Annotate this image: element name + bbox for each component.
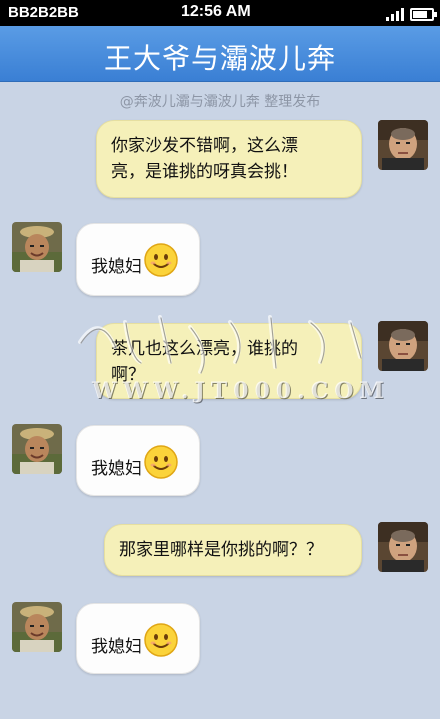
status-icons	[386, 5, 437, 21]
avatar-left[interactable]	[12, 222, 62, 272]
clock: 12:56 AM	[181, 3, 251, 20]
signal-icon	[386, 6, 404, 21]
chat-title: 王大爷与灞波儿奔	[103, 42, 336, 75]
credit-text: @奔波儿灞与灞波儿奔 整理发布	[119, 94, 321, 110]
smiling-face-icon	[144, 445, 178, 479]
avatar-right[interactable]	[378, 321, 428, 371]
message-text: 我媳妇	[91, 637, 142, 657]
message-bubble-right[interactable]: 那家里哪样是你挑的啊？？	[104, 524, 362, 576]
avatar-right[interactable]	[378, 522, 428, 572]
message-text: 那家里哪样是你挑的啊？？	[119, 540, 323, 560]
battery-icon	[410, 8, 437, 21]
message-text: 茶几也这么漂亮，谁挑的	[111, 339, 298, 359]
carrier-label: BB2B2BB	[8, 4, 79, 21]
message-bubble-left[interactable]: 我媳妇	[76, 223, 200, 296]
message-text: 亮，是谁挑的呀真会挑！	[111, 162, 298, 182]
smiling-face-icon	[144, 623, 178, 657]
chat-header: 王大爷与灞波儿奔	[0, 26, 440, 82]
avatar-left[interactable]	[12, 602, 62, 652]
avatar-left[interactable]	[12, 424, 62, 474]
message-text: 我媳妇	[91, 459, 142, 479]
message-text: 你家沙发不错啊，这么漂	[111, 136, 298, 156]
message-bubble-left[interactable]: 我媳妇	[76, 603, 200, 674]
message-bubble-right[interactable]: 茶几也这么漂亮，谁挑的 啊？	[96, 323, 362, 399]
message-text: 我媳妇	[91, 257, 142, 277]
message-text: 啊？	[111, 365, 145, 385]
status-bar: BB2B2BB 12:56 AM	[0, 0, 440, 26]
avatar-right[interactable]	[378, 120, 428, 170]
smiling-face-icon	[144, 243, 178, 277]
message-bubble-left[interactable]: 我媳妇	[76, 425, 200, 496]
message-bubble-right[interactable]: 你家沙发不错啊，这么漂 亮，是谁挑的呀真会挑！	[96, 120, 362, 198]
